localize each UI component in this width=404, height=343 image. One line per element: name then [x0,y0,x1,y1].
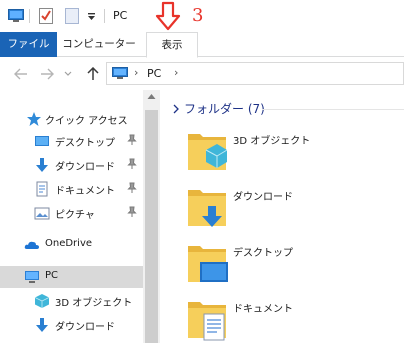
tab-file[interactable]: ファイル [0,32,57,57]
3d-cube-icon [34,294,50,308]
breadcrumb-chevron-icon[interactable]: › [174,66,178,79]
nav-label: ダウンロード [55,162,115,173]
nav-label: ダウンロード [55,322,115,333]
toolbar-separator [29,9,30,23]
downloads-folder-icon [188,190,226,227]
chevron-right-icon [173,104,179,113]
folder-name: ダウンロード [233,192,293,203]
document-icon [36,181,48,197]
pin-icon[interactable] [127,158,137,170]
desktop-folder-icon [188,246,228,282]
breadcrumb-pc[interactable]: PC [147,67,161,80]
back-button[interactable] [12,65,30,83]
address-bar[interactable]: › PC › [106,62,404,85]
nav-label: ドキュメント [55,186,115,197]
pin-icon[interactable] [127,182,137,194]
folder-name: 3D オブジェクト [233,136,311,147]
content-pane: フォルダー (7) 3D オブジェクト ダウンロード デスクトップ ドキュメント [160,90,404,343]
folders-group-header[interactable]: フォルダー (7) [170,100,265,117]
pin-icon[interactable] [127,206,137,218]
scrollbar-thumb[interactable] [145,110,158,343]
desktop-icon [35,136,49,146]
navigation-pane: クイック アクセス デスクトップ ダウンロード ドキュメント ピクチャ OneD… [0,90,143,343]
breadcrumb-chevron-icon[interactable]: › [134,66,138,79]
up-button[interactable] [84,65,102,83]
group-header-label: フォルダー (7) [184,102,265,116]
folder-item-desktop[interactable]: デスクトップ [186,240,404,290]
nav-item-downloads-pc[interactable]: ダウンロード [0,314,143,336]
window-title: PC [113,9,128,22]
folder-name: デスクトップ [233,248,293,259]
nav-label: デスクトップ [55,138,115,149]
nav-item-3d-objects[interactable]: 3D オブジェクト [0,290,143,312]
nav-item-desktop[interactable]: デスクトップ [0,130,143,152]
computer-icon[interactable] [6,0,26,32]
folder-item-3d-objects[interactable]: 3D オブジェクト [186,128,404,178]
nav-label: PC [45,270,59,281]
toolbar-separator [104,9,105,23]
pc-icon [112,67,128,79]
forward-button[interactable] [38,65,56,83]
tab-computer[interactable]: コンピューター [60,32,138,57]
download-arrow-icon [36,318,48,332]
documents-folder-icon [188,302,226,341]
folder-item-downloads[interactable]: ダウンロード [186,184,404,234]
picture-icon [34,207,50,220]
cloud-icon [24,241,39,249]
folder-item-documents[interactable]: ドキュメント [186,296,404,343]
group-divider [262,109,404,110]
annotation-number: 3 [192,5,204,26]
pc-icon [25,271,39,283]
ribbon-tab-bar: ファイル コンピューター 表示 [0,32,404,58]
scroll-up-icon[interactable] [147,93,156,100]
new-folder-icon[interactable] [62,0,82,32]
3d-objects-folder-icon [188,134,228,170]
forward-arrow-icon [41,68,54,80]
star-icon [27,112,41,126]
nav-label: クイック アクセス [45,116,128,127]
nav-item-onedrive[interactable]: OneDrive [0,234,143,256]
pin-icon[interactable] [127,134,137,146]
chevron-down-icon [64,71,72,76]
nav-item-documents[interactable]: ドキュメント [0,178,143,200]
down-arrow-annotation-icon [155,1,181,31]
folder-name: ドキュメント [233,304,293,315]
nav-item-downloads[interactable]: ダウンロード [0,154,143,176]
recent-locations-button[interactable] [62,65,74,83]
nav-item-quick-access[interactable]: クイック アクセス [0,108,143,130]
nav-label: ピクチャ [55,210,95,221]
nav-label: 3D オブジェクト [55,298,133,309]
nav-item-pc[interactable]: PC [0,266,143,288]
download-arrow-icon [36,158,48,172]
nav-pane-scrollbar[interactable] [143,90,160,343]
back-arrow-icon [14,68,27,80]
nav-label: OneDrive [45,238,93,249]
nav-item-pictures[interactable]: ピクチャ [0,202,143,224]
customize-toolbar-dropdown-icon[interactable] [84,0,98,32]
properties-icon[interactable] [36,0,56,32]
tab-view[interactable]: 表示 [146,32,198,58]
up-arrow-icon [87,67,99,80]
